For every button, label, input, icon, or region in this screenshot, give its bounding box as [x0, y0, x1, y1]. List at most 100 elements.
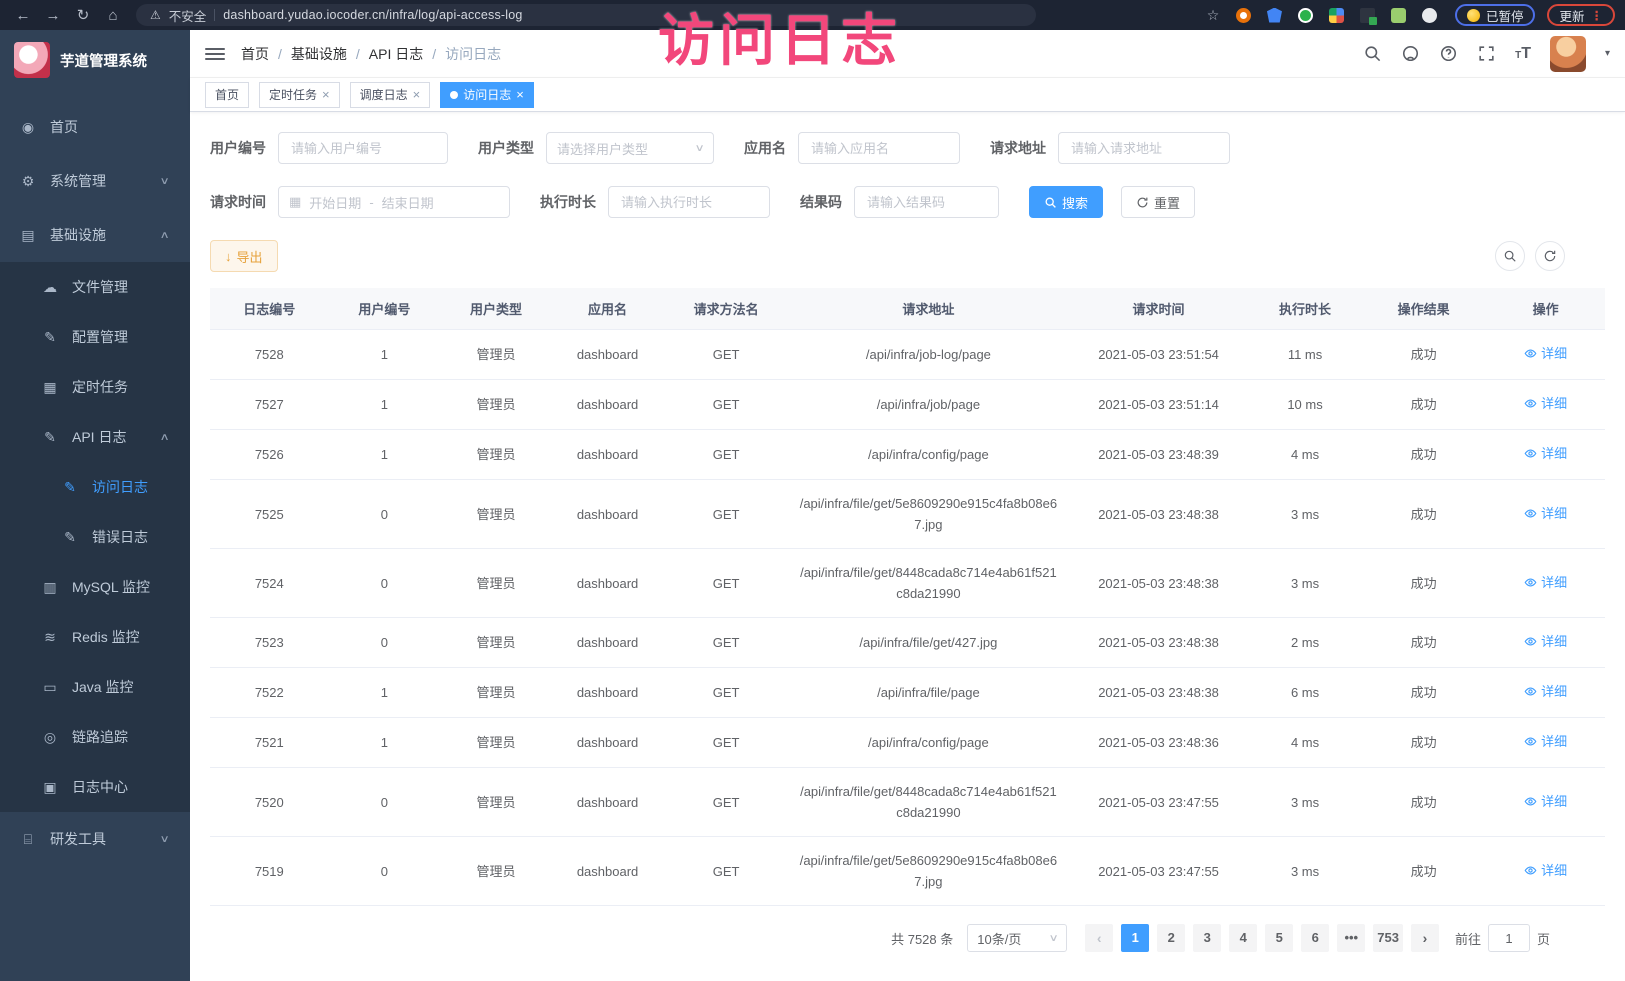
detail-link[interactable]: 详细	[1524, 393, 1567, 414]
tab-home[interactable]: 首页	[205, 82, 249, 108]
cell-request-url: /api/infra/file/get/5e8609290e915c4fa8b0…	[789, 480, 1068, 549]
sidebar-submenu: ☁文件管理✎配置管理▦定时任务✎API 日志∧✎访问日志✎错误日志▥MySQL …	[0, 262, 190, 812]
sidebar-item-file-management[interactable]: ☁文件管理	[0, 262, 190, 312]
detail-link[interactable]: 详细	[1524, 681, 1567, 702]
sidebar-item-infrastructure[interactable]: ▤基础设施∧	[0, 208, 190, 262]
extension-icon-orange[interactable]	[1236, 8, 1251, 23]
sidebar-item-home[interactable]: ◉首页	[0, 100, 190, 154]
cell-method: GET	[663, 380, 789, 430]
cell-duration: 3 ms	[1249, 768, 1361, 837]
table-row: 75230管理员dashboardGET/api/infra/file/get/…	[210, 618, 1605, 668]
hamburger-icon[interactable]	[205, 48, 225, 60]
sidebar-item-api-log[interactable]: ✎API 日志∧	[0, 412, 190, 462]
pager-page-5[interactable]: 5	[1265, 924, 1293, 952]
sidebar-item-label: Java 监控	[72, 677, 190, 697]
bookmark-star-icon[interactable]: ☆	[1200, 7, 1226, 24]
cell-user-type: 管理员	[440, 549, 552, 618]
extension-icon-grid[interactable]	[1329, 8, 1344, 23]
pager-page-3[interactable]: 3	[1193, 924, 1221, 952]
detail-link[interactable]: 详细	[1524, 860, 1567, 881]
detail-link[interactable]: 详细	[1524, 503, 1567, 524]
goto-page-input[interactable]	[1488, 924, 1530, 952]
browser-forward-icon[interactable]: →	[40, 7, 66, 24]
infrastructure-icon: ▤	[20, 227, 36, 244]
extension-icon-shield[interactable]	[1267, 8, 1282, 23]
detail-link[interactable]: 详细	[1524, 791, 1567, 812]
user-id-input[interactable]	[278, 132, 448, 164]
pager-page-753[interactable]: 753	[1373, 924, 1403, 952]
extension-icon-green[interactable]	[1298, 8, 1313, 23]
tab-scheduled-tasks[interactable]: 定时任务×	[259, 82, 340, 108]
pager-prev-button[interactable]: ‹	[1085, 924, 1113, 952]
update-button[interactable]: 更新 ⋮	[1547, 4, 1615, 26]
sidebar-item-scheduled-tasks[interactable]: ▦定时任务	[0, 362, 190, 412]
cell-result: 成功	[1361, 430, 1487, 480]
tab-access-log[interactable]: 访问日志×	[440, 82, 534, 108]
browser-reload-icon[interactable]: ↻	[70, 6, 96, 24]
search-icon[interactable]	[1363, 44, 1382, 63]
close-icon[interactable]: ×	[516, 87, 524, 102]
browser-back-icon[interactable]: ←	[10, 7, 36, 24]
refresh-table-button[interactable]	[1535, 241, 1565, 271]
font-size-icon[interactable]: TT	[1515, 45, 1531, 63]
user-avatar[interactable]	[1550, 36, 1586, 72]
sidebar-item-error-log[interactable]: ✎错误日志	[0, 512, 190, 562]
fullscreen-icon[interactable]	[1477, 44, 1496, 63]
duration-input[interactable]	[608, 186, 770, 218]
sidebar-item-system-management[interactable]: ⚙系统管理∨	[0, 154, 190, 208]
cell-user-type: 管理员	[440, 380, 552, 430]
table-row: 75221管理员dashboardGET/api/infra/file/page…	[210, 668, 1605, 718]
detail-label: 详细	[1541, 393, 1567, 414]
pager-page-6[interactable]: 6	[1301, 924, 1329, 952]
browser-home-icon[interactable]: ⌂	[100, 7, 126, 24]
breadcrumb-item[interactable]: 首页	[241, 44, 269, 64]
help-icon[interactable]	[1439, 44, 1458, 63]
pager-page-4[interactable]: 4	[1229, 924, 1257, 952]
sidebar-item-mysql-monitor[interactable]: ▥MySQL 监控	[0, 562, 190, 612]
sidebar-item-access-log[interactable]: ✎访问日志	[0, 462, 190, 512]
sidebar-item-redis-monitor[interactable]: ≋Redis 监控	[0, 612, 190, 662]
detail-link[interactable]: 详细	[1524, 731, 1567, 752]
breadcrumb-item[interactable]: 基础设施	[291, 44, 347, 64]
app-name-input[interactable]	[798, 132, 960, 164]
cell-actions: 详细	[1486, 768, 1605, 837]
close-icon[interactable]: ×	[413, 87, 421, 102]
sidebar-item-trace[interactable]: ◎链路追踪	[0, 712, 190, 762]
cell-duration: 6 ms	[1249, 668, 1361, 718]
reset-button[interactable]: 重置	[1121, 186, 1195, 218]
sidebar-item-config-management[interactable]: ✎配置管理	[0, 312, 190, 362]
breadcrumb-item[interactable]: API 日志	[369, 44, 423, 64]
sidebar-item-dev-tools[interactable]: ⌸研发工具∨	[0, 812, 190, 866]
toggle-search-button[interactable]	[1495, 241, 1525, 271]
pager-page-1[interactable]: 1	[1121, 924, 1149, 952]
pager-next-button[interactable]: ›	[1411, 924, 1439, 952]
paused-badge[interactable]: 已暂停	[1455, 4, 1536, 26]
detail-link[interactable]: 详细	[1524, 572, 1567, 593]
detail-link[interactable]: 详细	[1524, 631, 1567, 652]
close-icon[interactable]: ×	[322, 87, 330, 102]
sidebar-item-label: 定时任务	[72, 377, 190, 397]
address-bar[interactable]: ⚠ 不安全 dashboard.yudao.iocoder.cn/infra/l…	[136, 4, 1036, 26]
detail-label: 详细	[1541, 791, 1567, 812]
result-code-input[interactable]	[854, 186, 999, 218]
extensions-puzzle-icon[interactable]	[1422, 8, 1437, 23]
sidebar-item-log-center[interactable]: ▣日志中心	[0, 762, 190, 812]
request-time-range[interactable]: ▦ 开始日期 - 结束日期	[278, 186, 510, 218]
extension-icon-translate[interactable]	[1360, 8, 1375, 23]
detail-link[interactable]: 详细	[1524, 443, 1567, 464]
request-url-input[interactable]	[1058, 132, 1230, 164]
export-button[interactable]: ↓ 导出	[210, 240, 278, 272]
tab-schedule-log[interactable]: 调度日志×	[350, 82, 431, 108]
user-type-select[interactable]: 请选择用户类型 ∨	[546, 132, 714, 164]
kebab-menu-icon[interactable]: ⋮	[1591, 8, 1604, 23]
extension-icon-robot[interactable]	[1391, 8, 1406, 23]
search-button[interactable]: 搜索	[1029, 186, 1103, 218]
github-icon[interactable]	[1401, 44, 1420, 63]
table-header-row: 日志编号用户编号用户类型应用名请求方法名请求地址请求时间执行时长操作结果操作	[210, 288, 1605, 330]
page-size-select[interactable]: 10条/页 ∨	[967, 924, 1067, 952]
chevron-down-icon[interactable]: ▾	[1605, 48, 1610, 59]
pager-page-2[interactable]: 2	[1157, 924, 1185, 952]
detail-link[interactable]: 详细	[1524, 343, 1567, 364]
sidebar-item-java-monitor[interactable]: ▭Java 监控	[0, 662, 190, 712]
pager-more[interactable]: •••	[1337, 924, 1365, 952]
